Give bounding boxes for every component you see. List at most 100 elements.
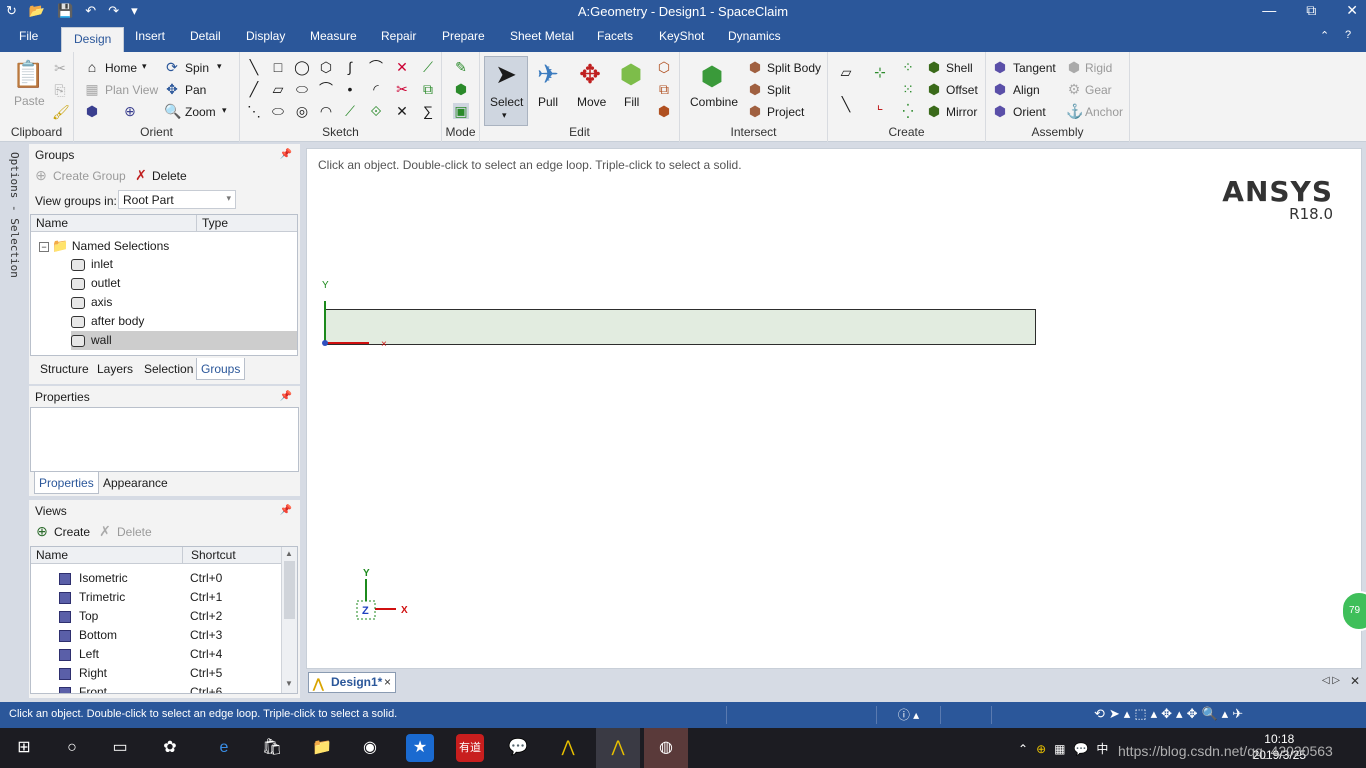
store-icon[interactable]: 🛍 <box>258 734 286 762</box>
mirror-icon[interactable]: ⬢ <box>926 103 942 119</box>
fill-button[interactable]: Fill <box>624 95 639 109</box>
view-item-top[interactable]: Top Ctrl+2 <box>59 607 279 626</box>
create-rounded-corner-icon[interactable]: ✕ <box>394 103 410 119</box>
delete-icon[interactable]: ✗ <box>133 167 149 183</box>
create-view-button[interactable]: Create <box>54 525 90 539</box>
group-item-after-body[interactable]: after body <box>71 312 297 331</box>
geometry-body[interactable] <box>324 309 1036 345</box>
col-name-header[interactable]: Name <box>31 215 197 232</box>
search-icon[interactable]: ○ <box>58 734 86 762</box>
tangent-icon[interactable]: ⬢ <box>992 59 1008 75</box>
close-button[interactable]: ✕ <box>1346 2 1358 19</box>
tangent-arc-icon[interactable]: ⌒ <box>318 81 334 97</box>
pin-icon[interactable]: 📌 <box>280 391 292 402</box>
design-viewport[interactable]: Click an object. Double-click to select … <box>306 148 1366 669</box>
split-line-icon[interactable]: ✂ <box>394 81 410 97</box>
view-item-isometric[interactable]: Isometric Ctrl+0 <box>59 569 279 588</box>
view-item-trimetric[interactable]: Trimetric Ctrl+1 <box>59 588 279 607</box>
select-dropdown-icon[interactable]: ▾ <box>502 110 507 121</box>
arc-icon[interactable]: ⌒ <box>368 59 384 75</box>
shell-button[interactable]: Shell <box>946 61 973 75</box>
tray-ime-label[interactable]: 中 <box>1096 742 1116 756</box>
rigid-button[interactable]: Rigid <box>1085 61 1112 75</box>
paste-icon[interactable]: 📋 <box>12 58 44 90</box>
tree-root-named-selections[interactable]: − 📁 Named Selections <box>39 236 294 255</box>
app-star-icon[interactable]: ★ <box>406 734 434 762</box>
equation-icon[interactable]: ∑ <box>420 103 436 119</box>
doc-tab-design1[interactable]: ⋀ Design1* × <box>308 672 396 693</box>
tangent-line-icon[interactable]: ╱ <box>246 81 262 97</box>
project-icon[interactable]: ⬢ <box>747 103 763 119</box>
select-arrow-icon[interactable]: ➤ <box>490 58 522 90</box>
select-status-icon[interactable]: ➤▴ <box>1109 706 1134 721</box>
spline-icon[interactable]: ∫ <box>342 59 358 75</box>
tab-selection[interactable]: Selection <box>144 358 193 380</box>
tray-wechat-icon[interactable]: 💬 <box>1073 742 1096 756</box>
split-body-icon[interactable]: ⬢ <box>747 59 763 75</box>
offset-button[interactable]: Offset <box>946 83 978 97</box>
wechat-icon[interactable]: 💬 <box>504 734 532 762</box>
scroll-up-icon[interactable]: ▲ <box>285 549 293 558</box>
view-groups-select[interactable]: Root Part ▾ <box>118 190 236 209</box>
cut-icon[interactable]: ✂ <box>52 60 68 76</box>
col-view-name-header[interactable]: Name <box>31 547 183 564</box>
tray-plus-icon[interactable]: ⊕ <box>1036 742 1054 756</box>
task-view-icon[interactable]: ▭ <box>106 734 134 762</box>
axis-icon[interactable]: ╲ <box>838 96 854 112</box>
home-icon[interactable]: ⌂ <box>84 59 100 75</box>
col-type-header[interactable]: Type <box>197 215 297 232</box>
close-all-tabs-icon[interactable]: ✕ <box>1350 674 1360 688</box>
create-view-icon[interactable]: ⊕ <box>34 523 50 539</box>
move-icon[interactable]: ✥ <box>574 58 606 90</box>
spin-icon[interactable]: ⟳ <box>164 59 180 75</box>
view-cube-icon[interactable]: ⬢ <box>84 103 100 119</box>
pull-button[interactable]: Pull <box>538 95 558 109</box>
tab-sheet-metal[interactable]: Sheet Metal <box>510 29 574 43</box>
view-item-bottom[interactable]: Bottom Ctrl+3 <box>59 626 279 645</box>
delete-group-button[interactable]: Delete <box>152 169 187 183</box>
tab-display[interactable]: Display <box>246 29 285 43</box>
format-painter-icon[interactable]: 🖌 <box>52 104 70 120</box>
options-selection-tab[interactable]: Options - Selection <box>8 152 21 278</box>
split-body-button[interactable]: Split Body <box>767 61 821 75</box>
project-to-sketch-icon[interactable]: ⧉ <box>420 81 436 97</box>
anchor-icon[interactable]: ⚓ <box>1066 103 1083 119</box>
polygon-icon[interactable]: ⬡ <box>318 59 334 75</box>
fill-icon[interactable]: ⬢ <box>615 58 647 90</box>
group-item-outlet[interactable]: outlet <box>71 274 297 293</box>
replace-icon[interactable]: ⧉ <box>656 81 672 97</box>
split-icon[interactable]: ⬢ <box>747 81 763 97</box>
tab-facets[interactable]: Facets <box>597 29 633 43</box>
minimize-button[interactable]: — <box>1262 2 1276 19</box>
zoom-dropdown-icon[interactable]: ▾ <box>222 105 227 116</box>
origin-axes-icon[interactable]: ⌞ <box>872 96 888 112</box>
gear-button[interactable]: Gear <box>1085 83 1112 97</box>
tab-design[interactable]: Design <box>61 27 125 52</box>
tab-prepare[interactable]: Prepare <box>442 29 485 43</box>
spaceclaim-taskbar-icon[interactable]: ⋀ <box>596 728 640 768</box>
zoom-icon[interactable]: 🔍 <box>164 103 181 119</box>
view-item-front[interactable]: Front Ctrl+6 <box>59 683 279 693</box>
collapse-icon[interactable]: − <box>39 241 49 252</box>
zoom-button[interactable]: Zoom <box>185 105 216 119</box>
youdao-icon[interactable]: 有道 <box>456 734 484 762</box>
rigid-icon[interactable]: ⬢ <box>1066 59 1082 75</box>
spin-status-icon[interactable]: ⟲ <box>1094 706 1109 721</box>
select-button[interactable]: Select <box>490 95 523 109</box>
trim-icon[interactable]: ✕ <box>394 59 410 75</box>
project-button[interactable]: Project <box>767 105 804 119</box>
group-item-wall[interactable]: wall <box>71 331 297 350</box>
view-item-right[interactable]: Right Ctrl+5 <box>59 664 279 683</box>
move-button[interactable]: Move <box>577 95 606 109</box>
media-app-icon[interactable]: ◍ <box>644 728 688 768</box>
create-group-button[interactable]: Create Group <box>53 169 126 183</box>
windows-start-icon[interactable]: ⊞ <box>10 734 38 762</box>
col-shortcut-header[interactable]: Shortcut <box>183 547 281 564</box>
scroll-thumb[interactable] <box>284 561 295 619</box>
maximize-button[interactable]: ⧉ <box>1306 2 1316 19</box>
origin-icon[interactable]: ⊹ <box>872 64 888 80</box>
tab-properties[interactable]: Properties <box>34 472 99 494</box>
scroll-down-icon[interactable]: ▼ <box>285 679 293 688</box>
three-point-rect-icon[interactable]: ▱ <box>270 81 286 97</box>
snap-view-icon[interactable]: ⊕ <box>122 103 138 119</box>
